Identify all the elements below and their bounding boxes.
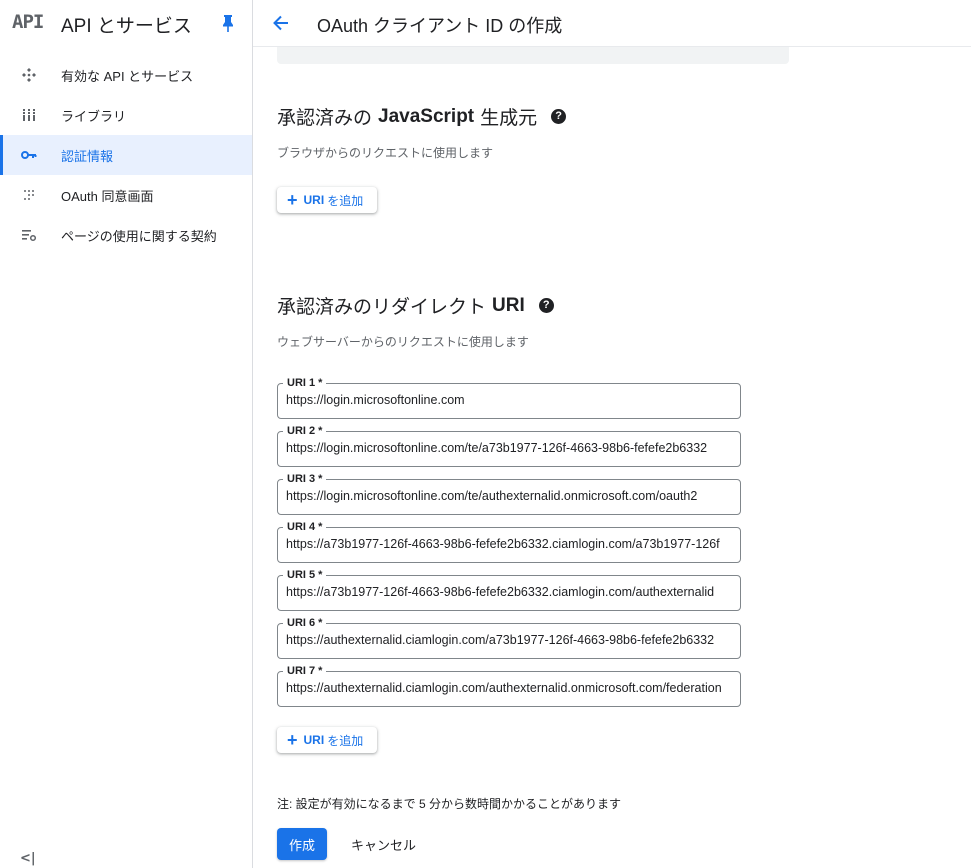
uri-field-label: URI 3 * — [283, 472, 327, 486]
uri-field-value[interactable]: https://a73b1977-126f-4663-98b6-fefefe2b… — [286, 537, 732, 551]
add-uri-label: URI — [303, 193, 325, 207]
sidebar-item-library[interactable]: ライブラリ — [0, 95, 252, 135]
uri-field-5[interactable]: URI 5 * https://a73b1977-126f-4663-98b6-… — [277, 568, 741, 611]
help-icon[interactable]: ? — [538, 298, 554, 313]
back-arrow-icon[interactable] — [271, 13, 291, 33]
redirect-uris-title: 承認済みのリダイレクト URI ? — [277, 292, 554, 319]
sidebar-item-label: ライブラリ — [61, 108, 127, 124]
sidebar-item-label: OAuth 同意画面 — [61, 188, 154, 204]
pin-icon[interactable] — [221, 14, 235, 32]
top-bar: OAuth クライアント ID の作成 — [253, 0, 971, 47]
uri-field-label: URI 1 * — [283, 376, 327, 390]
uri-field-value[interactable]: https://authexternalid.ciamlogin.com/aut… — [286, 681, 732, 695]
sidebar-item-label: 認証情報 — [61, 148, 114, 164]
uri-field-4[interactable]: URI 4 * https://a73b1977-126f-4663-98b6-… — [277, 520, 741, 563]
redirect-uris-title-bold: URI — [492, 294, 525, 316]
plus-icon: + — [287, 730, 298, 750]
redirect-uris-description: ウェブサーバーからのリクエストに使用します — [277, 335, 529, 349]
cancel-button[interactable]: キャンセル — [343, 828, 424, 860]
help-icon[interactable]: ? — [551, 109, 567, 124]
uri-field-value[interactable]: https://a73b1977-126f-4663-98b6-fefefe2b… — [286, 585, 732, 599]
js-origins-title-post: 生成元 — [480, 108, 538, 129]
add-label: を追加 — [327, 733, 364, 748]
uri-field-6[interactable]: URI 6 * https://authexternalid.ciamlogin… — [277, 616, 741, 659]
api-logo: API — [12, 11, 44, 33]
collapse-sidebar-icon[interactable]: <| — [20, 851, 36, 866]
uri-field-value[interactable]: https://login.microsoftonline.com/te/aut… — [286, 489, 732, 503]
app-window: API API とサービス 有効な API とサービス ライブラリ 認証情報 O… — [0, 0, 971, 868]
uri-field-label: URI 4 * — [283, 520, 327, 534]
add-label: を追加 — [327, 193, 364, 208]
key-icon — [20, 146, 38, 164]
sidebar: API API とサービス 有効な API とサービス ライブラリ 認証情報 O… — [0, 0, 253, 868]
sidebar-item-enabled-apis[interactable]: 有効な API とサービス — [0, 55, 252, 95]
library-icon — [20, 106, 38, 124]
js-origins-title-bold: JavaScript — [378, 105, 475, 127]
js-origins-title: 承認済みの JavaScript 生成元 ? — [277, 103, 567, 130]
sidebar-item-page-agreement[interactable]: ページの使用に関する契約 — [0, 215, 252, 255]
uri-field-label: URI 7 * — [283, 664, 327, 678]
add-uri-label: URI — [303, 733, 325, 747]
page-title: OAuth クライアント ID の作成 — [317, 16, 563, 36]
uri-field-value[interactable]: https://login.microsoftonline.com — [286, 393, 732, 407]
main-content: 承認済みの JavaScript 生成元 ? ブラウザからのリクエストに使用しま… — [253, 47, 971, 868]
consent-screen-icon — [20, 186, 38, 204]
uri-field-3[interactable]: URI 3 * https://login.microsoftonline.co… — [277, 472, 741, 515]
sidebar-title: API とサービス — [61, 16, 192, 37]
create-button[interactable]: 作成 — [277, 828, 327, 860]
uri-field-7[interactable]: URI 7 * https://authexternalid.ciamlogin… — [277, 664, 741, 707]
sidebar-item-credentials[interactable]: 認証情報 — [0, 135, 252, 175]
uri-field-label: URI 6 * — [283, 616, 327, 630]
add-js-origin-uri-button[interactable]: + URI を追加 — [277, 187, 377, 213]
enabled-apis-icon — [20, 66, 38, 84]
page-agreement-icon — [20, 226, 38, 244]
uri-field-value[interactable]: https://authexternalid.ciamlogin.com/a73… — [286, 633, 732, 647]
uri-field-1[interactable]: URI 1 * https://login.microsoftonline.co… — [277, 376, 741, 419]
sidebar-item-label: 有効な API とサービス — [61, 68, 194, 84]
add-redirect-uri-button[interactable]: + URI を追加 — [277, 727, 377, 753]
uri-field-value[interactable]: https://login.microsoftonline.com/te/a73… — [286, 441, 732, 455]
js-origins-description: ブラウザからのリクエストに使用します — [277, 146, 494, 160]
sidebar-item-label: ページの使用に関する契約 — [61, 228, 217, 244]
settings-note: 注: 設定が有効になるまで 5 分から数時間かかることがあります — [277, 797, 622, 811]
sidebar-item-oauth-consent[interactable]: OAuth 同意画面 — [0, 175, 252, 215]
js-origins-title-pre: 承認済みの — [277, 108, 373, 129]
uri-field-2[interactable]: URI 2 * https://login.microsoftonline.co… — [277, 424, 741, 467]
redirect-uris-title-pre: 承認済みのリダイレクト — [277, 297, 487, 318]
sidebar-nav: 有効な API とサービス ライブラリ 認証情報 OAuth 同意画面 ページの… — [0, 55, 252, 255]
uri-field-label: URI 5 * — [283, 568, 327, 582]
plus-icon: + — [287, 190, 298, 210]
sidebar-header: API API とサービス — [0, 0, 252, 46]
uri-field-label: URI 2 * — [283, 424, 327, 438]
info-box — [277, 47, 789, 64]
